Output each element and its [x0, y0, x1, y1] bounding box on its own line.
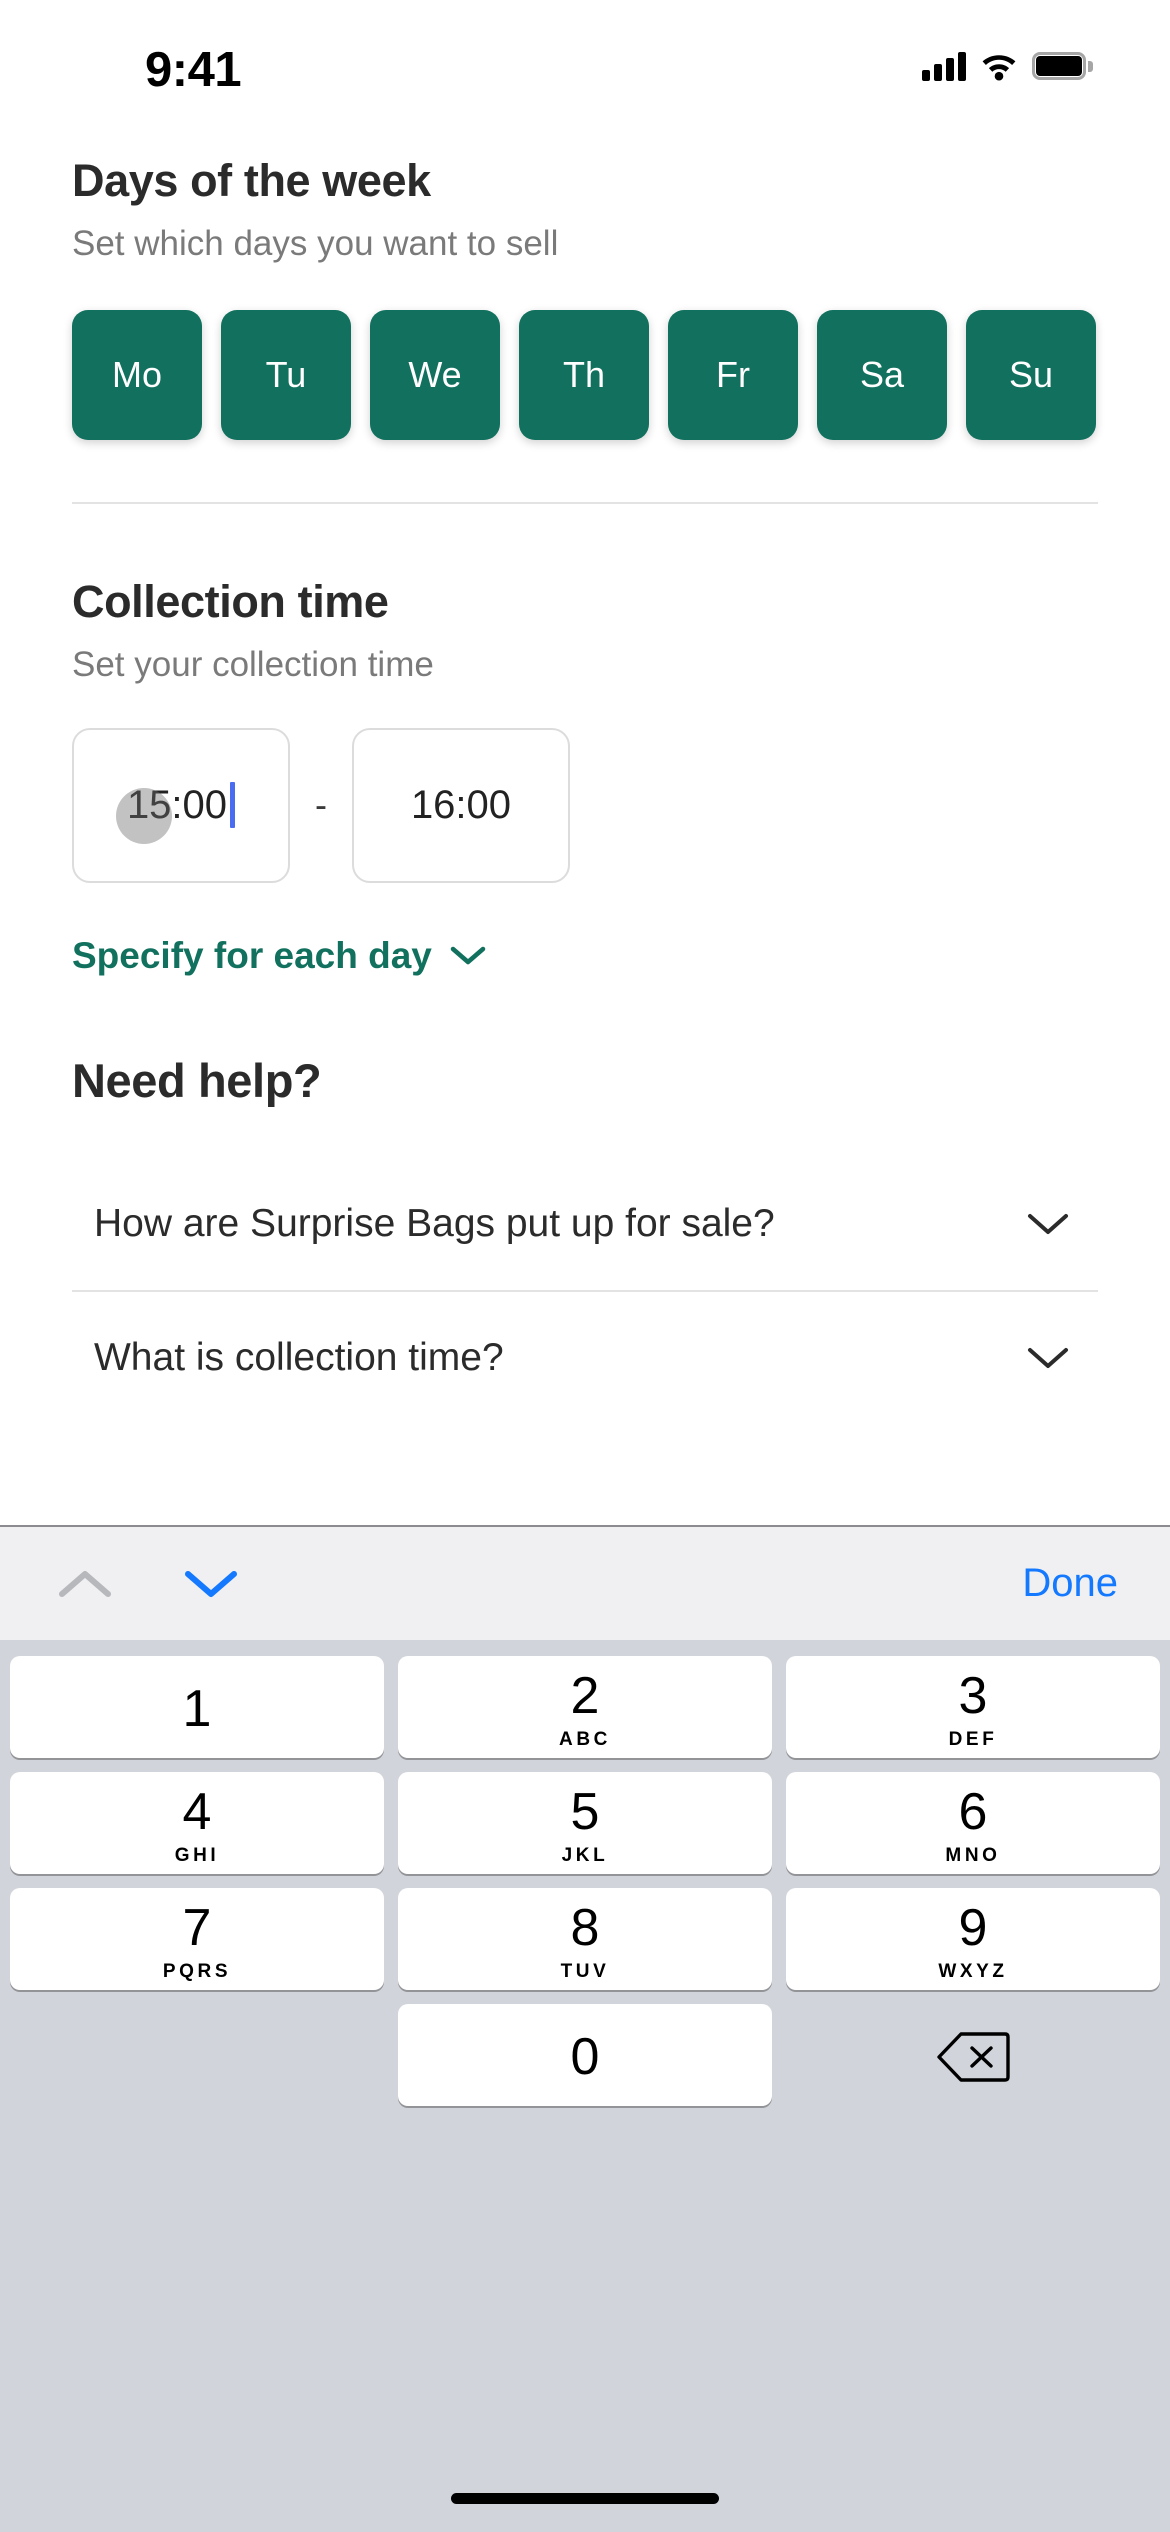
keyboard-done-button[interactable]: Done — [1022, 1561, 1118, 1606]
backspace-icon — [937, 2032, 1010, 2082]
day-chip-fr[interactable]: Fr — [668, 309, 798, 440]
numeric-keyboard: Done 1 2 ABC 3 DEF 4 GHI 5 JKL 6 MNO 7 P… — [0, 1525, 1170, 2532]
end-time-input[interactable]: 16:00 — [352, 727, 570, 883]
day-chip-su[interactable]: Su — [966, 309, 1096, 440]
days-section-title: Days of the week — [72, 155, 431, 206]
need-help-section: Need help? How are Surprise Bags put up … — [0, 977, 1170, 1424]
collection-section-subtitle: Set your collection time — [72, 644, 434, 684]
start-time-value: 15:00 — [126, 782, 228, 827]
time-range-separator: - — [315, 784, 327, 825]
start-time-input[interactable]: 15:00 — [72, 727, 290, 883]
key-7[interactable]: 7 PQRS — [10, 1888, 384, 1990]
day-chip-label: Mo — [111, 353, 162, 395]
faq-item-collection-time[interactable]: What is collection time? — [72, 1292, 1098, 1424]
phone-screen: 9:41 Days of the week Set which days you… — [0, 0, 1170, 2532]
key-number: 1 — [182, 1680, 212, 1738]
key-number: 5 — [570, 1782, 600, 1841]
key-number: 2 — [570, 1666, 600, 1725]
day-chip-label: Th — [562, 353, 605, 395]
key-1[interactable]: 1 — [10, 1656, 384, 1758]
key-9[interactable]: 9 WXYZ — [786, 1888, 1160, 1990]
main-scroll-content[interactable]: Days of the week Set which days you want… — [0, 105, 1170, 1525]
faq-item-surprise-bags[interactable]: How are Surprise Bags put up for sale? — [72, 1158, 1098, 1290]
key-2[interactable]: 2 ABC — [398, 1656, 772, 1758]
keypad-row: 4 GHI 5 JKL 6 MNO — [10, 1772, 1160, 1874]
keypad-row: 0 — [10, 2004, 1160, 2106]
day-chip-th[interactable]: Th — [519, 309, 649, 440]
day-chip-label: We — [408, 353, 462, 395]
chevron-down-icon — [1028, 1347, 1068, 1368]
faq-question-label: How are Surprise Bags put up for sale? — [94, 1201, 775, 1245]
days-of-week-section: Days of the week Set which days you want… — [0, 105, 1170, 440]
days-chip-row: Mo Tu We Th Fr Sa Su — [72, 309, 1098, 440]
chevron-up-icon — [59, 1570, 111, 1597]
next-field-button[interactable] — [178, 1551, 244, 1617]
cellular-signal-icon — [922, 51, 966, 81]
key-letters: MNO — [945, 1844, 1001, 1866]
key-number: 7 — [182, 1898, 212, 1957]
key-blank-left — [10, 2004, 384, 2106]
keyboard-field-nav — [52, 1551, 244, 1617]
time-range-row: 15:00 - 16:00 — [72, 727, 1098, 883]
days-section-subtitle: Set which days you want to sell — [72, 223, 559, 263]
status-bar-indicators — [922, 48, 1093, 84]
key-number: 6 — [958, 1782, 988, 1841]
wifi-icon — [982, 55, 1016, 81]
day-chip-label: Sa — [859, 353, 905, 395]
key-3[interactable]: 3 DEF — [786, 1656, 1160, 1758]
day-chip-we[interactable]: We — [370, 309, 500, 440]
key-letters: JKL — [561, 1844, 609, 1866]
key-letters: DEF — [948, 1728, 998, 1750]
key-0[interactable]: 0 — [398, 2004, 772, 2106]
collection-section-title: Collection time — [72, 575, 389, 627]
key-number: 9 — [958, 1898, 988, 1957]
day-chip-tu[interactable]: Tu — [221, 309, 351, 440]
collection-time-section: Collection time Set your collection time… — [0, 504, 1170, 977]
battery-full-icon — [1032, 52, 1093, 80]
previous-field-button[interactable] — [52, 1551, 118, 1617]
keypad-row: 1 2 ABC 3 DEF — [10, 1656, 1160, 1758]
specify-for-each-day-label: Specify for each day — [72, 934, 432, 976]
keypad-row: 7 PQRS 8 TUV 9 WXYZ — [10, 1888, 1160, 1990]
key-letters: TUV — [560, 1960, 610, 1982]
faq-list: How are Surprise Bags put up for sale? W… — [72, 1158, 1098, 1424]
faq-question-label: What is collection time? — [94, 1335, 504, 1379]
day-chip-label: Su — [1008, 353, 1054, 395]
day-chip-label: Tu — [265, 353, 307, 395]
specify-for-each-day-button[interactable]: Specify for each day — [72, 935, 1098, 977]
end-time-value: 16:00 — [410, 782, 512, 827]
keyboard-accessory-toolbar: Done — [0, 1525, 1170, 1640]
chevron-down-icon — [1028, 1213, 1068, 1234]
home-indicator — [451, 2493, 719, 2504]
keypad-grid: 1 2 ABC 3 DEF 4 GHI 5 JKL 6 MNO 7 PQRS 8… — [0, 1640, 1170, 2106]
key-backspace[interactable] — [786, 2004, 1160, 2106]
key-number: 0 — [570, 2028, 600, 2086]
status-bar: 9:41 — [0, 0, 1170, 105]
text-caret — [230, 782, 236, 828]
chevron-down-icon — [185, 1570, 237, 1597]
key-number: 3 — [958, 1666, 988, 1725]
day-chip-label: Fr — [716, 353, 750, 395]
chevron-down-icon — [450, 946, 486, 964]
key-5[interactable]: 5 JKL — [398, 1772, 772, 1874]
key-letters: PQRS — [162, 1960, 232, 1982]
day-chip-sa[interactable]: Sa — [817, 309, 947, 440]
day-chip-mo[interactable]: Mo — [72, 309, 202, 440]
key-letters: WXYZ — [938, 1960, 1008, 1982]
key-letters: GHI — [174, 1844, 220, 1866]
key-6[interactable]: 6 MNO — [786, 1772, 1160, 1874]
need-help-title: Need help? — [72, 1053, 322, 1107]
key-4[interactable]: 4 GHI — [10, 1772, 384, 1874]
status-bar-time: 9:41 — [145, 43, 242, 97]
key-number: 8 — [570, 1898, 600, 1957]
key-letters: ABC — [559, 1728, 611, 1750]
key-8[interactable]: 8 TUV — [398, 1888, 772, 1990]
key-number: 4 — [182, 1782, 212, 1841]
